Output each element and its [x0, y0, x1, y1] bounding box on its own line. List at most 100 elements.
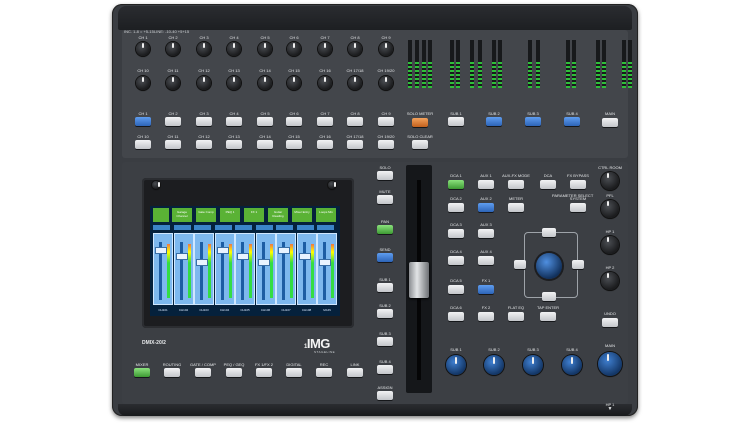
sub-button[interactable]: [448, 117, 464, 126]
side-button[interactable]: [377, 195, 393, 204]
mode-button[interactable]: [134, 368, 150, 377]
mode-button[interactable]: [164, 368, 180, 377]
screen-channel-strip[interactable]: [276, 233, 296, 305]
aux-button[interactable]: [478, 180, 494, 189]
gain-knob[interactable]: [197, 42, 211, 56]
up-arrow-button[interactable]: [542, 228, 556, 237]
gain-knob[interactable]: [318, 42, 332, 56]
side-button[interactable]: [377, 171, 393, 180]
mode-button[interactable]: [256, 368, 272, 377]
gain-knob[interactable]: [166, 42, 180, 56]
channel-select-button[interactable]: [135, 117, 151, 126]
gain-knob[interactable]: [379, 42, 393, 56]
channel-select-button[interactable]: [317, 140, 333, 149]
screen-channel-tab[interactable]: [255, 225, 273, 230]
gain-knob[interactable]: [287, 42, 301, 56]
screen-function-tab[interactable]: Loops Mix: [316, 208, 336, 222]
aux-button[interactable]: [478, 312, 494, 321]
channel-select-button[interactable]: [378, 117, 394, 126]
screen-channel-strip[interactable]: [153, 233, 173, 305]
function-button[interactable]: [508, 180, 524, 189]
aux-button[interactable]: [478, 203, 494, 212]
channel-select-button[interactable]: [347, 140, 363, 149]
gain-knob[interactable]: [348, 76, 362, 90]
screen-channel-tab[interactable]: [235, 225, 252, 230]
undo-button[interactable]: [602, 318, 618, 327]
channel-select-button[interactable]: [378, 140, 394, 149]
channel-select-button[interactable]: [347, 117, 363, 126]
right-arrow-button[interactable]: [572, 260, 584, 269]
gain-knob[interactable]: [258, 76, 272, 90]
master-fader-handle[interactable]: [409, 262, 429, 298]
side-button[interactable]: [377, 309, 393, 318]
side-button[interactable]: [377, 253, 393, 262]
gain-knob[interactable]: [227, 76, 241, 90]
screen-function-tab[interactable]: Mixer Entry: [292, 208, 312, 222]
sub-level-knob[interactable]: [523, 355, 543, 375]
screen-channel-strip[interactable]: [235, 233, 255, 305]
touchscreen[interactable]: Garage Channel Gate Comp PEQ 1 FX 1 Guitar R…: [150, 206, 340, 316]
screen-menu-icon[interactable]: [153, 208, 169, 222]
screen-channel-strip[interactable]: [214, 233, 235, 305]
screen-channel-strip[interactable]: [317, 233, 337, 305]
monitor-knob[interactable]: [601, 236, 619, 254]
gain-knob[interactable]: [136, 42, 150, 56]
channel-select-button[interactable]: [226, 140, 242, 149]
parameter-joystick[interactable]: [536, 253, 562, 279]
channel-select-button[interactable]: [257, 140, 273, 149]
channel-select-button[interactable]: [196, 140, 212, 149]
channel-select-button[interactable]: [135, 140, 151, 149]
screen-channel-tab[interactable]: [317, 225, 334, 230]
gain-knob[interactable]: [227, 42, 241, 56]
monitor-knob[interactable]: [601, 200, 619, 218]
gain-knob[interactable]: [166, 76, 180, 90]
sub-level-knob[interactable]: [562, 355, 582, 375]
channel-select-button[interactable]: [165, 117, 181, 126]
channel-select-button[interactable]: [317, 117, 333, 126]
gain-knob[interactable]: [379, 76, 393, 90]
gain-knob[interactable]: [318, 76, 332, 90]
function-button[interactable]: [540, 180, 556, 189]
gain-knob[interactable]: [136, 76, 150, 90]
channel-select-button[interactable]: [165, 140, 181, 149]
screen-channel-tab[interactable]: [153, 225, 170, 230]
solo-clear-button[interactable]: [412, 140, 428, 149]
function-button[interactable]: [570, 180, 586, 189]
screen-function-tab[interactable]: Garage Channel: [172, 208, 192, 222]
left-arrow-button[interactable]: [514, 260, 526, 269]
aux-button[interactable]: [478, 256, 494, 265]
channel-select-button[interactable]: [286, 117, 302, 126]
screen-channel-tab[interactable]: [173, 225, 191, 230]
screen-channel-tab[interactable]: [276, 225, 293, 230]
monitor-knob[interactable]: [601, 172, 619, 190]
screen-channel-strip[interactable]: [173, 233, 194, 305]
mode-button[interactable]: [316, 368, 332, 377]
gain-knob[interactable]: [197, 76, 211, 90]
gain-knob[interactable]: [287, 76, 301, 90]
sub-button[interactable]: [525, 117, 541, 126]
screen-function-tab[interactable]: Gate Comp: [196, 208, 216, 222]
side-button[interactable]: [377, 225, 393, 234]
channel-select-button[interactable]: [257, 117, 273, 126]
main-upper-button[interactable]: [602, 118, 618, 127]
gain-knob[interactable]: [348, 42, 362, 56]
function-button[interactable]: [570, 203, 586, 212]
screen-channel-strip[interactable]: [194, 233, 214, 305]
screen-function-tab[interactable]: PEQ 1: [220, 208, 240, 222]
channel-select-button[interactable]: [226, 117, 242, 126]
screen-channel-tab[interactable]: [194, 225, 211, 230]
channel-select-button[interactable]: [196, 117, 212, 126]
dca-button[interactable]: [448, 229, 464, 238]
function-button[interactable]: [540, 312, 556, 321]
dca-button[interactable]: [448, 285, 464, 294]
side-button[interactable]: [377, 365, 393, 374]
function-button[interactable]: [508, 203, 524, 212]
screen-channel-strip[interactable]: [296, 233, 317, 305]
dca-button[interactable]: [448, 203, 464, 212]
screen-function-tab[interactable]: Guitar Reading: [268, 208, 288, 222]
screen-channel-tab[interactable]: [214, 225, 232, 230]
screen-function-tab[interactable]: FX 1: [244, 208, 264, 222]
function-button[interactable]: [508, 312, 524, 321]
dca-button[interactable]: [448, 180, 464, 189]
dca-button[interactable]: [448, 256, 464, 265]
